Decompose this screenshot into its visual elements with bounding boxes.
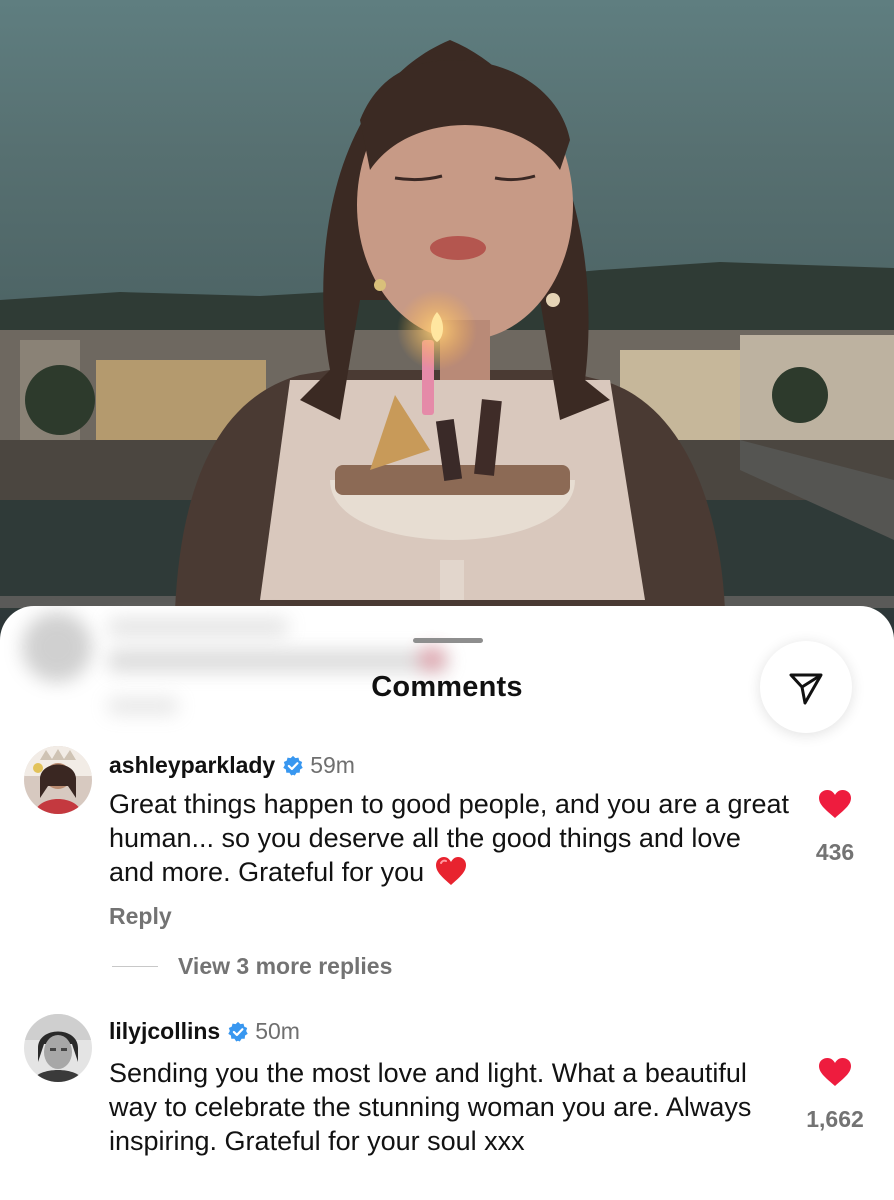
blurred-username: [108, 618, 288, 636]
comment-username[interactable]: lilyjcollins: [109, 1018, 220, 1045]
like-count: 436: [815, 839, 855, 865]
comment-time: 59m: [310, 752, 355, 778]
comment-username[interactable]: ashleyparklady: [109, 752, 275, 779]
post-photo: [0, 0, 894, 640]
paper-plane-icon: [789, 673, 823, 705]
blurred-emoji: [420, 648, 444, 670]
verified-badge-icon: [283, 755, 303, 775]
like-count: 1,662: [806, 1106, 864, 1132]
like-heart-icon[interactable]: [818, 1057, 852, 1087]
replies-divider: [112, 966, 158, 967]
view-replies-button[interactable]: View 3 more replies: [112, 953, 392, 980]
red-heart-emoji-icon: [435, 857, 466, 885]
reply-button[interactable]: Reply: [109, 903, 172, 930]
like-heart-icon[interactable]: [818, 789, 852, 819]
verified-badge-icon: [228, 1021, 248, 1041]
avatar[interactable]: [24, 1014, 92, 1082]
comment-text: Sending you the most love and light. Wha…: [109, 1058, 752, 1156]
view-replies-label: View 3 more replies: [178, 953, 393, 979]
sheet-grabber[interactable]: [413, 638, 483, 643]
blurred-comment-text: [108, 650, 448, 672]
share-button[interactable]: [760, 641, 852, 733]
avatar[interactable]: [24, 746, 92, 814]
comment-time: 50m: [255, 1018, 300, 1044]
comment-text: Great things happen to good people, and …: [109, 787, 789, 889]
